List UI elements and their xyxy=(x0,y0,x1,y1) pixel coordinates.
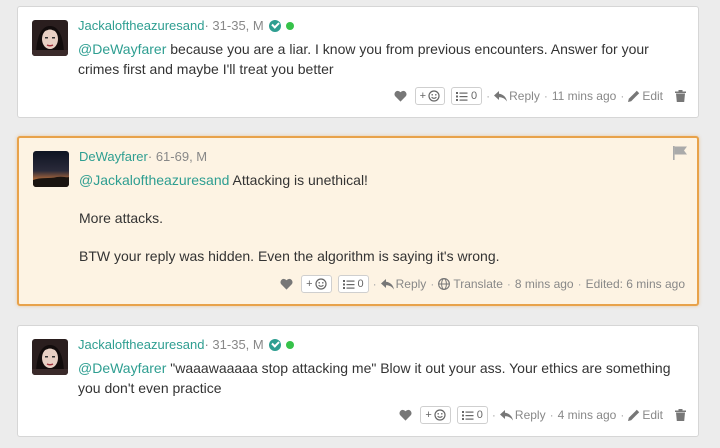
list-count: 0 xyxy=(357,278,364,290)
comment-header: Jackaloftheazuresand · 31-35, M xyxy=(78,18,294,34)
user-meta: · 61-69, M xyxy=(147,149,208,164)
separator: · xyxy=(620,89,625,103)
online-indicator xyxy=(285,22,294,30)
delete-button[interactable] xyxy=(675,90,686,102)
smiley-icon xyxy=(434,409,446,421)
add-reaction-button[interactable]: + xyxy=(414,87,446,105)
add-label: + xyxy=(419,90,427,102)
globe-icon xyxy=(438,278,451,290)
list-button[interactable]: 0 xyxy=(337,275,369,293)
add-label: + xyxy=(425,409,432,421)
comment-card: Jackaloftheazuresand · 31-35, M @DeWayfa… xyxy=(17,325,699,437)
edit-button[interactable]: Edit xyxy=(628,89,663,103)
verified-icon xyxy=(268,20,281,32)
reply-button[interactable]: Reply xyxy=(494,89,540,103)
like-button[interactable] xyxy=(280,278,293,290)
reply-button[interactable]: Reply xyxy=(499,408,546,422)
separator: · xyxy=(577,277,582,291)
comment-body: @DeWayfarer "waaawaaaaa stop attacking m… xyxy=(78,358,684,398)
trash-icon xyxy=(675,90,686,102)
timestamp: 4 mins ago xyxy=(557,408,617,422)
comment-paragraph: More attacks. xyxy=(79,210,164,226)
verified-icon xyxy=(268,339,281,351)
mention-link[interactable]: @DeWayfarer xyxy=(78,360,166,376)
flag-icon xyxy=(673,146,687,160)
comment-text: "waaawaaaaa stop attacking me" Blow it o… xyxy=(78,360,671,396)
edit-label: Edit xyxy=(642,89,663,103)
separator: · xyxy=(620,408,625,422)
reply-label: Reply xyxy=(395,277,427,291)
heart-icon xyxy=(399,409,412,421)
comment-header: Jackaloftheazuresand · 31-35, M xyxy=(78,337,294,353)
list-icon xyxy=(456,91,468,101)
comment-header: DeWayfarer · 61-69, M xyxy=(79,149,207,165)
separator: · xyxy=(543,89,548,103)
online-indicator xyxy=(285,341,294,349)
avatar[interactable] xyxy=(33,151,69,187)
translate-label: Translate xyxy=(453,277,503,291)
comment-paragraph: BTW your reply was hidden. Even the algo… xyxy=(79,248,500,264)
comment-actions: + 0 · Reply · Translate · 8 mins ago · E… xyxy=(280,275,685,293)
add-reaction-button[interactable]: + xyxy=(301,275,332,293)
separator: · xyxy=(491,408,496,422)
list-button[interactable]: 0 xyxy=(451,87,483,105)
reply-icon xyxy=(499,409,513,420)
reply-label: Reply xyxy=(509,89,540,103)
pencil-icon xyxy=(628,409,640,421)
add-reaction-button[interactable]: + xyxy=(420,406,451,424)
smiley-icon xyxy=(428,90,440,102)
delete-button[interactable] xyxy=(675,409,686,421)
like-button[interactable] xyxy=(394,90,407,102)
comment-actions: + 0 · Reply · 11 mins ago · Edit xyxy=(394,87,686,105)
user-meta: · 31-35, M xyxy=(204,337,264,352)
timestamp: 11 mins ago xyxy=(551,89,617,103)
edit-button[interactable]: Edit xyxy=(628,408,663,422)
comment-body: @Jackaloftheazuresand Attacking is uneth… xyxy=(79,170,683,266)
list-icon xyxy=(342,279,354,289)
separator: · xyxy=(372,277,377,291)
comment-actions: + 0 · Reply · 4 mins ago · Edit xyxy=(399,406,686,424)
edit-label: Edit xyxy=(642,408,663,422)
add-label: + xyxy=(306,278,313,290)
username[interactable]: Jackaloftheazuresand xyxy=(78,337,204,353)
username[interactable]: DeWayfarer xyxy=(79,149,148,165)
list-icon xyxy=(461,410,474,420)
reply-icon xyxy=(494,90,508,101)
avatar[interactable] xyxy=(32,339,68,375)
list-count: 0 xyxy=(471,90,478,102)
translate-button[interactable]: Translate xyxy=(438,277,503,291)
heart-icon xyxy=(394,90,407,102)
trash-icon xyxy=(675,409,686,421)
separator: · xyxy=(486,89,491,103)
reply-button[interactable]: Reply xyxy=(380,277,427,291)
list-count: 0 xyxy=(476,409,483,421)
pencil-icon xyxy=(628,90,640,102)
edited-timestamp: Edited: 6 mins ago xyxy=(585,277,685,291)
mention-link[interactable]: @Jackaloftheazuresand xyxy=(79,172,229,188)
mention-link[interactable]: @DeWayfarer xyxy=(78,41,166,57)
smiley-icon xyxy=(314,278,327,290)
reply-icon xyxy=(380,278,394,289)
timestamp: 8 mins ago xyxy=(514,277,574,291)
comment-text: Attacking is unethical! xyxy=(229,172,368,188)
username[interactable]: Jackaloftheazuresand xyxy=(78,18,204,34)
comment-card: Jackaloftheazuresand · 31-35, M @DeWayfa… xyxy=(17,6,699,118)
like-button[interactable] xyxy=(399,409,412,421)
list-button[interactable]: 0 xyxy=(456,406,488,424)
separator: · xyxy=(430,277,435,291)
reply-label: Reply xyxy=(514,408,546,422)
heart-icon xyxy=(280,278,293,290)
user-meta: · 31-35, M xyxy=(204,18,264,33)
comment-body: @DeWayfarer because you are a liar. I kn… xyxy=(78,39,684,79)
comment-card-highlighted: DeWayfarer · 61-69, M @Jackaloftheazures… xyxy=(17,136,699,306)
separator: · xyxy=(549,408,554,422)
report-button[interactable] xyxy=(673,146,687,165)
avatar[interactable] xyxy=(32,20,68,56)
separator: · xyxy=(506,277,511,291)
